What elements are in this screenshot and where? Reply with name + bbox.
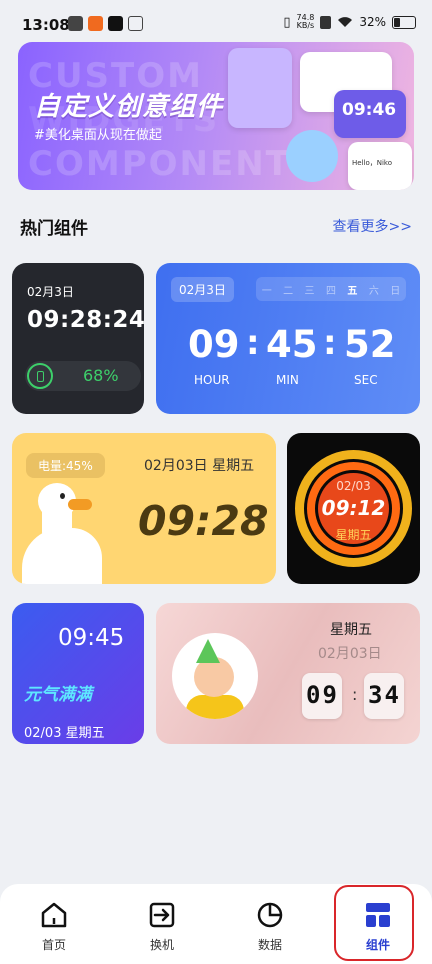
banner-mini-time: 09:46 xyxy=(342,100,397,120)
weekday: 二 xyxy=(283,285,294,297)
min-label: MIN xyxy=(276,373,299,387)
widget-date: 02月03日 星期五 xyxy=(144,458,255,474)
sim-icon xyxy=(320,15,332,29)
character-avatar xyxy=(172,633,258,719)
wifi-icon xyxy=(338,17,353,27)
weekday: 三 xyxy=(304,285,315,297)
banner-mascot xyxy=(286,130,338,182)
tab-label: 数据 xyxy=(257,938,282,952)
weekday: 一 xyxy=(261,285,272,297)
app-notification-icon xyxy=(68,16,83,31)
widget-date: 02月3日 xyxy=(27,285,74,299)
net-speed: 74.8 KB/s xyxy=(297,14,315,30)
widget-gradient-clock[interactable]: 09:45 元气满满 02/03 星期五 xyxy=(12,603,144,744)
app-notification-icon xyxy=(88,16,103,31)
tiktok-icon xyxy=(108,16,123,31)
widget-time: 09:12 xyxy=(321,496,386,520)
banner-mini-widget xyxy=(228,48,292,128)
minute-digits: 45 xyxy=(266,323,318,366)
tab-home[interactable]: 首页 xyxy=(0,884,108,964)
highlight-box xyxy=(334,885,414,961)
colon: : xyxy=(352,685,358,704)
battery-icon xyxy=(392,15,416,29)
widget-blue-clock[interactable]: 02月3日 一 二 三 四 五 六 日 09 : 45 : 52 HOUR MI… xyxy=(156,263,420,414)
home-icon xyxy=(41,902,67,928)
banner-mini-widget: 09:46 xyxy=(334,90,406,138)
hour-label: HOUR xyxy=(194,373,230,387)
battery-pill: 68% xyxy=(25,361,141,391)
weekday: 六 xyxy=(368,285,379,297)
net-speed-unit: KB/s xyxy=(296,21,315,30)
widget-duck-clock[interactable]: 电量:45% 02月03日 星期五 09:28 xyxy=(12,433,276,584)
colon: : xyxy=(323,323,337,363)
status-right: ▯ 74.8 KB/s 32% xyxy=(283,14,416,30)
widget-date: 02/03 星期五 xyxy=(24,726,105,741)
view-more-link[interactable]: 查看更多>> xyxy=(333,216,412,236)
weekday: 四 xyxy=(325,285,336,297)
banner-mini-widget: Hello，Niko xyxy=(348,142,412,190)
banner-mini-hello: Hello，Niko xyxy=(352,159,393,167)
widget-time: 09:45 xyxy=(58,625,125,651)
widget-date: 02月3日 xyxy=(171,277,234,302)
banner-subtitle: #美化桌面从现在做起 xyxy=(34,128,162,143)
widget-date: 02月03日 xyxy=(318,646,382,662)
vibrate-icon: ▯ xyxy=(283,14,291,30)
widget-time: 09:28:24 xyxy=(27,307,144,333)
tab-label: 首页 xyxy=(41,938,66,952)
second-digits: 52 xyxy=(344,323,396,366)
tab-label: 换机 xyxy=(149,938,174,952)
widget-date: 02/03 xyxy=(336,479,371,493)
widget-weekday: 星期五 xyxy=(330,622,372,638)
battery-percent: 68% xyxy=(83,366,119,385)
transfer-icon xyxy=(149,902,175,928)
weekday-active: 五 xyxy=(347,285,358,297)
weekday: 日 xyxy=(390,285,401,297)
banner-bg-line: COMPONENTS xyxy=(28,144,318,184)
pie-chart-icon xyxy=(257,902,283,928)
colon: : xyxy=(246,323,260,363)
widget-time: 09:28 xyxy=(138,497,269,545)
hour-digits: 09 xyxy=(188,323,240,366)
minute-digits: 34 xyxy=(368,681,401,709)
widget-pink-flip-clock[interactable]: 星期五 02月03日 09 : 34 xyxy=(156,603,420,744)
weekday-strip: 一 二 三 四 五 六 日 xyxy=(256,277,406,301)
sec-label: SEC xyxy=(354,373,378,387)
widget-weekday: 星期五 xyxy=(335,528,372,542)
promo-banner[interactable]: CUSTOM WIDGETS COMPONENTS 09:46 Hello，Ni… xyxy=(18,42,414,190)
battery-icon xyxy=(27,363,53,389)
hour-digits: 09 xyxy=(306,681,339,709)
tab-transfer[interactable]: 换机 xyxy=(108,884,216,964)
widget-tagline: 元气满满 xyxy=(24,685,92,705)
banner-title: 自定义创意组件 xyxy=(34,92,224,122)
widget-ring-clock[interactable]: 02/03 09:12 星期五 xyxy=(287,433,420,584)
battery-text: 32% xyxy=(359,15,386,29)
app-notification-icon xyxy=(128,16,143,31)
status-bar: 13:08 ▯ 74.8 KB/s 32% xyxy=(0,0,432,48)
status-time: 13:08 xyxy=(22,16,70,34)
tab-data[interactable]: 数据 xyxy=(216,884,324,964)
widget-dark-clock[interactable]: 02月3日 09:28:24 68% xyxy=(12,263,144,414)
power-badge: 电量:45% xyxy=(26,453,105,478)
section-title: 热门组件 xyxy=(20,219,88,239)
